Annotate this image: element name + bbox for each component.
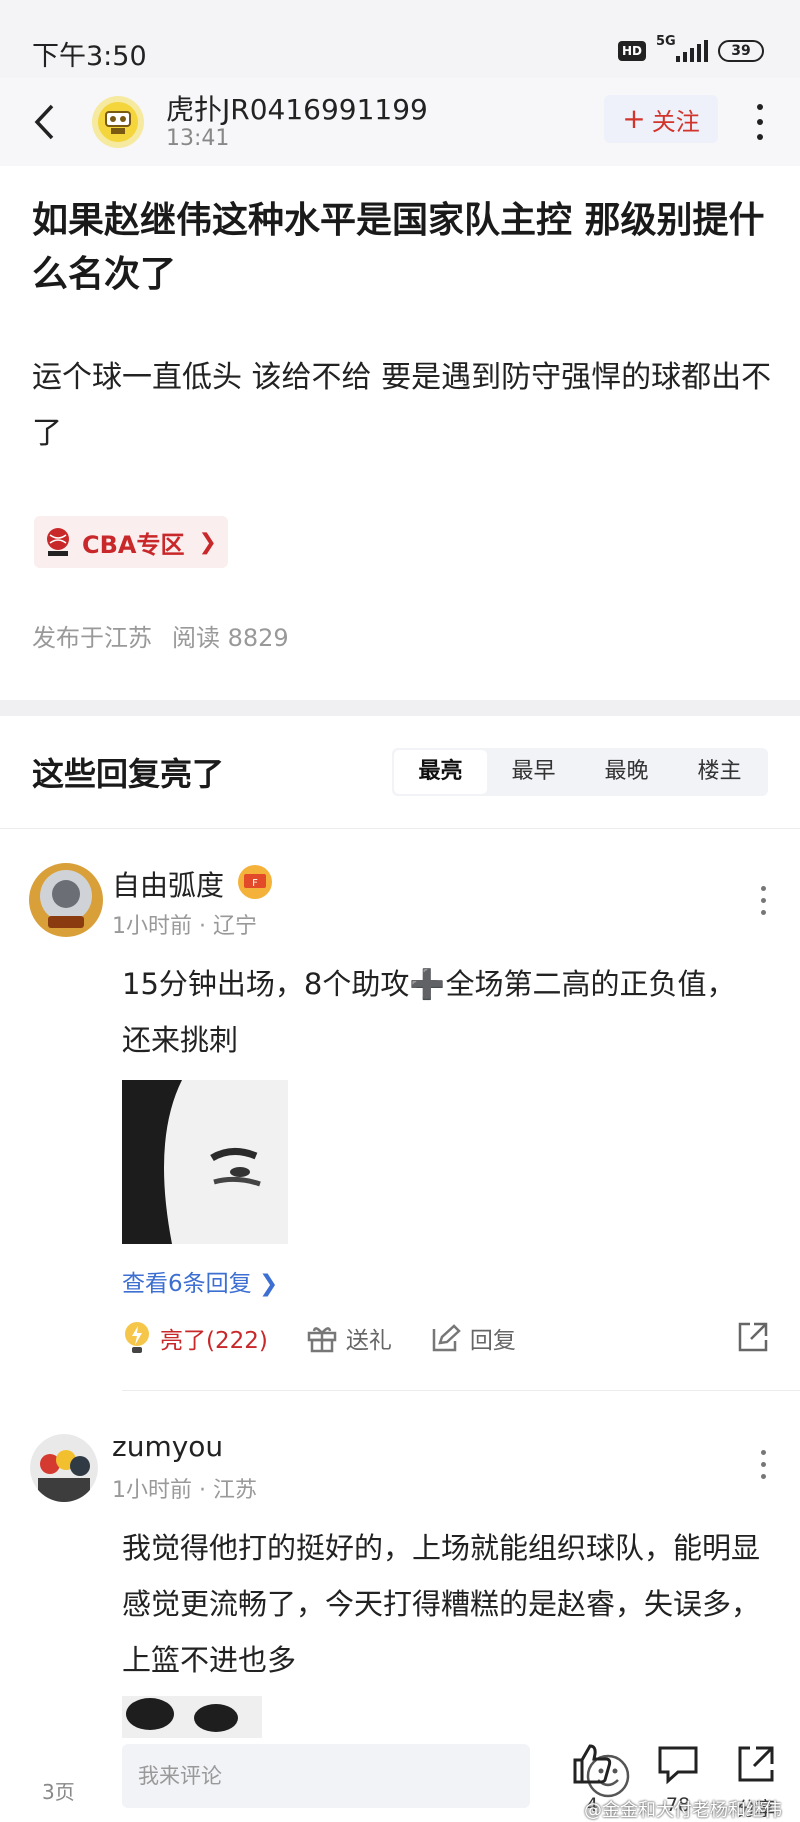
commenter-avatar[interactable] bbox=[28, 862, 104, 938]
comment-bubble-icon bbox=[658, 1746, 698, 1785]
comment-actions: 亮了(222) 送礼 回复 bbox=[122, 1316, 770, 1360]
comment-text: 15分钟出场，8个助攻➕全场第二高的正负值，还来挑刺 bbox=[122, 967, 736, 1057]
divider bbox=[0, 828, 800, 829]
reply-button[interactable]: 回复 bbox=[430, 1321, 516, 1355]
comment-text: 我觉得他打的挺好的，上场就能组织球队，能明显感觉更流畅了，今天打得糟糕的是赵睿，… bbox=[122, 1531, 761, 1677]
sort-tabs: 最亮 最早 最晚 楼主 bbox=[392, 748, 768, 796]
comment-more-icon[interactable] bbox=[756, 884, 770, 920]
comment-divider bbox=[122, 1390, 800, 1391]
robot-avatar-icon bbox=[98, 102, 138, 142]
level-badge-icon: F bbox=[238, 865, 272, 899]
commenter-name[interactable]: zumyou bbox=[112, 1430, 223, 1463]
back-arrow-icon bbox=[34, 104, 54, 140]
gift-label: 送礼 bbox=[345, 1328, 392, 1354]
replies-section-title: 这些回复亮了 bbox=[32, 755, 225, 793]
status-time: 下午3:50 bbox=[32, 41, 147, 72]
chevron-right-icon: ❯ bbox=[258, 1271, 279, 1297]
svg-text:F: F bbox=[252, 878, 258, 889]
view-replies-label: 查看6条回复 bbox=[122, 1271, 252, 1297]
post-location: 发布于江苏 bbox=[32, 624, 152, 652]
post-body: 运个球一直低头 该给不给 要是遇到防守强悍的球都出不了 bbox=[32, 360, 772, 451]
comment-more-icon[interactable] bbox=[756, 1448, 770, 1484]
read-count: 阅读 8829 bbox=[172, 624, 289, 652]
commenter-name[interactable]: 自由弧度 bbox=[112, 864, 224, 904]
signal-icon: 5G bbox=[656, 34, 708, 64]
share-icon bbox=[738, 1746, 774, 1782]
chevron-right-icon: ❯ bbox=[198, 529, 217, 555]
edit-reply-icon bbox=[432, 1324, 461, 1352]
tab-op-only[interactable]: 楼主 bbox=[673, 750, 766, 794]
gift-icon bbox=[307, 1327, 337, 1353]
thumbs-up-icon bbox=[573, 1744, 612, 1784]
tag-label: CBA专区 bbox=[82, 530, 185, 559]
commenter-avatar[interactable] bbox=[30, 1434, 98, 1502]
post-time: 13:41 bbox=[166, 126, 230, 151]
gift-button[interactable]: 送礼 bbox=[306, 1321, 392, 1355]
share-comment-button[interactable] bbox=[736, 1320, 770, 1358]
comment-input[interactable] bbox=[138, 1756, 438, 1796]
comment-input-box[interactable] bbox=[122, 1744, 630, 1808]
battery-icon: 39 bbox=[718, 40, 764, 62]
page-count[interactable]: 3页 bbox=[42, 1776, 75, 1805]
post-title: 如果赵继伟这种水平是国家队主控 那级别提什么名次了 bbox=[32, 200, 765, 295]
group-avatar-icon bbox=[30, 1434, 98, 1502]
view-replies-link[interactable]: 查看6条回复 ❯ bbox=[122, 1264, 278, 1298]
network-type: 5G bbox=[656, 34, 676, 49]
comment-meme-image[interactable] bbox=[122, 1080, 288, 1244]
lightbulb-icon bbox=[125, 1322, 149, 1353]
post-meta: 发布于江苏 阅读 8829 bbox=[32, 618, 289, 653]
meme-image-icon bbox=[122, 1696, 262, 1738]
status-icons: HD 5G 39 bbox=[617, 34, 764, 64]
meme-face-icon bbox=[122, 1080, 288, 1244]
tab-brightest[interactable]: 最亮 bbox=[394, 750, 487, 794]
follow-button[interactable]: + 关注 bbox=[604, 95, 718, 143]
like-label: 亮了(222) bbox=[160, 1328, 268, 1354]
tab-earliest[interactable]: 最早 bbox=[487, 750, 580, 794]
tab-latest[interactable]: 最晚 bbox=[580, 750, 673, 794]
cba-tag-chip[interactable]: CBA专区 ❯ bbox=[34, 516, 228, 568]
section-divider bbox=[0, 700, 800, 716]
hd-icon: HD bbox=[617, 41, 646, 61]
status-bar: 下午3:50 HD 5G 39 bbox=[0, 0, 800, 78]
comment-image-partial[interactable] bbox=[122, 1696, 262, 1738]
like-button[interactable]: 亮了(222) bbox=[122, 1321, 268, 1355]
badge-avatar-icon bbox=[29, 863, 103, 937]
cba-logo-icon bbox=[47, 528, 69, 556]
plus-icon: + bbox=[622, 102, 646, 135]
follow-label: 关注 bbox=[651, 107, 700, 136]
post-header: 虎扑JR0416991199 13:41 + 关注 bbox=[0, 78, 800, 166]
author-name[interactable]: 虎扑JR0416991199 bbox=[166, 88, 428, 128]
comment-meta: 1小时前 · 辽宁 bbox=[112, 914, 257, 939]
watermark: @金金和大付老杨和继伟 bbox=[584, 1800, 782, 1821]
back-button[interactable] bbox=[24, 98, 64, 146]
reply-label: 回复 bbox=[469, 1328, 516, 1354]
author-avatar[interactable] bbox=[92, 96, 144, 148]
more-options-icon[interactable] bbox=[748, 98, 772, 146]
external-share-icon bbox=[738, 1322, 768, 1352]
comment-meta: 1小时前 · 江苏 bbox=[112, 1478, 257, 1503]
